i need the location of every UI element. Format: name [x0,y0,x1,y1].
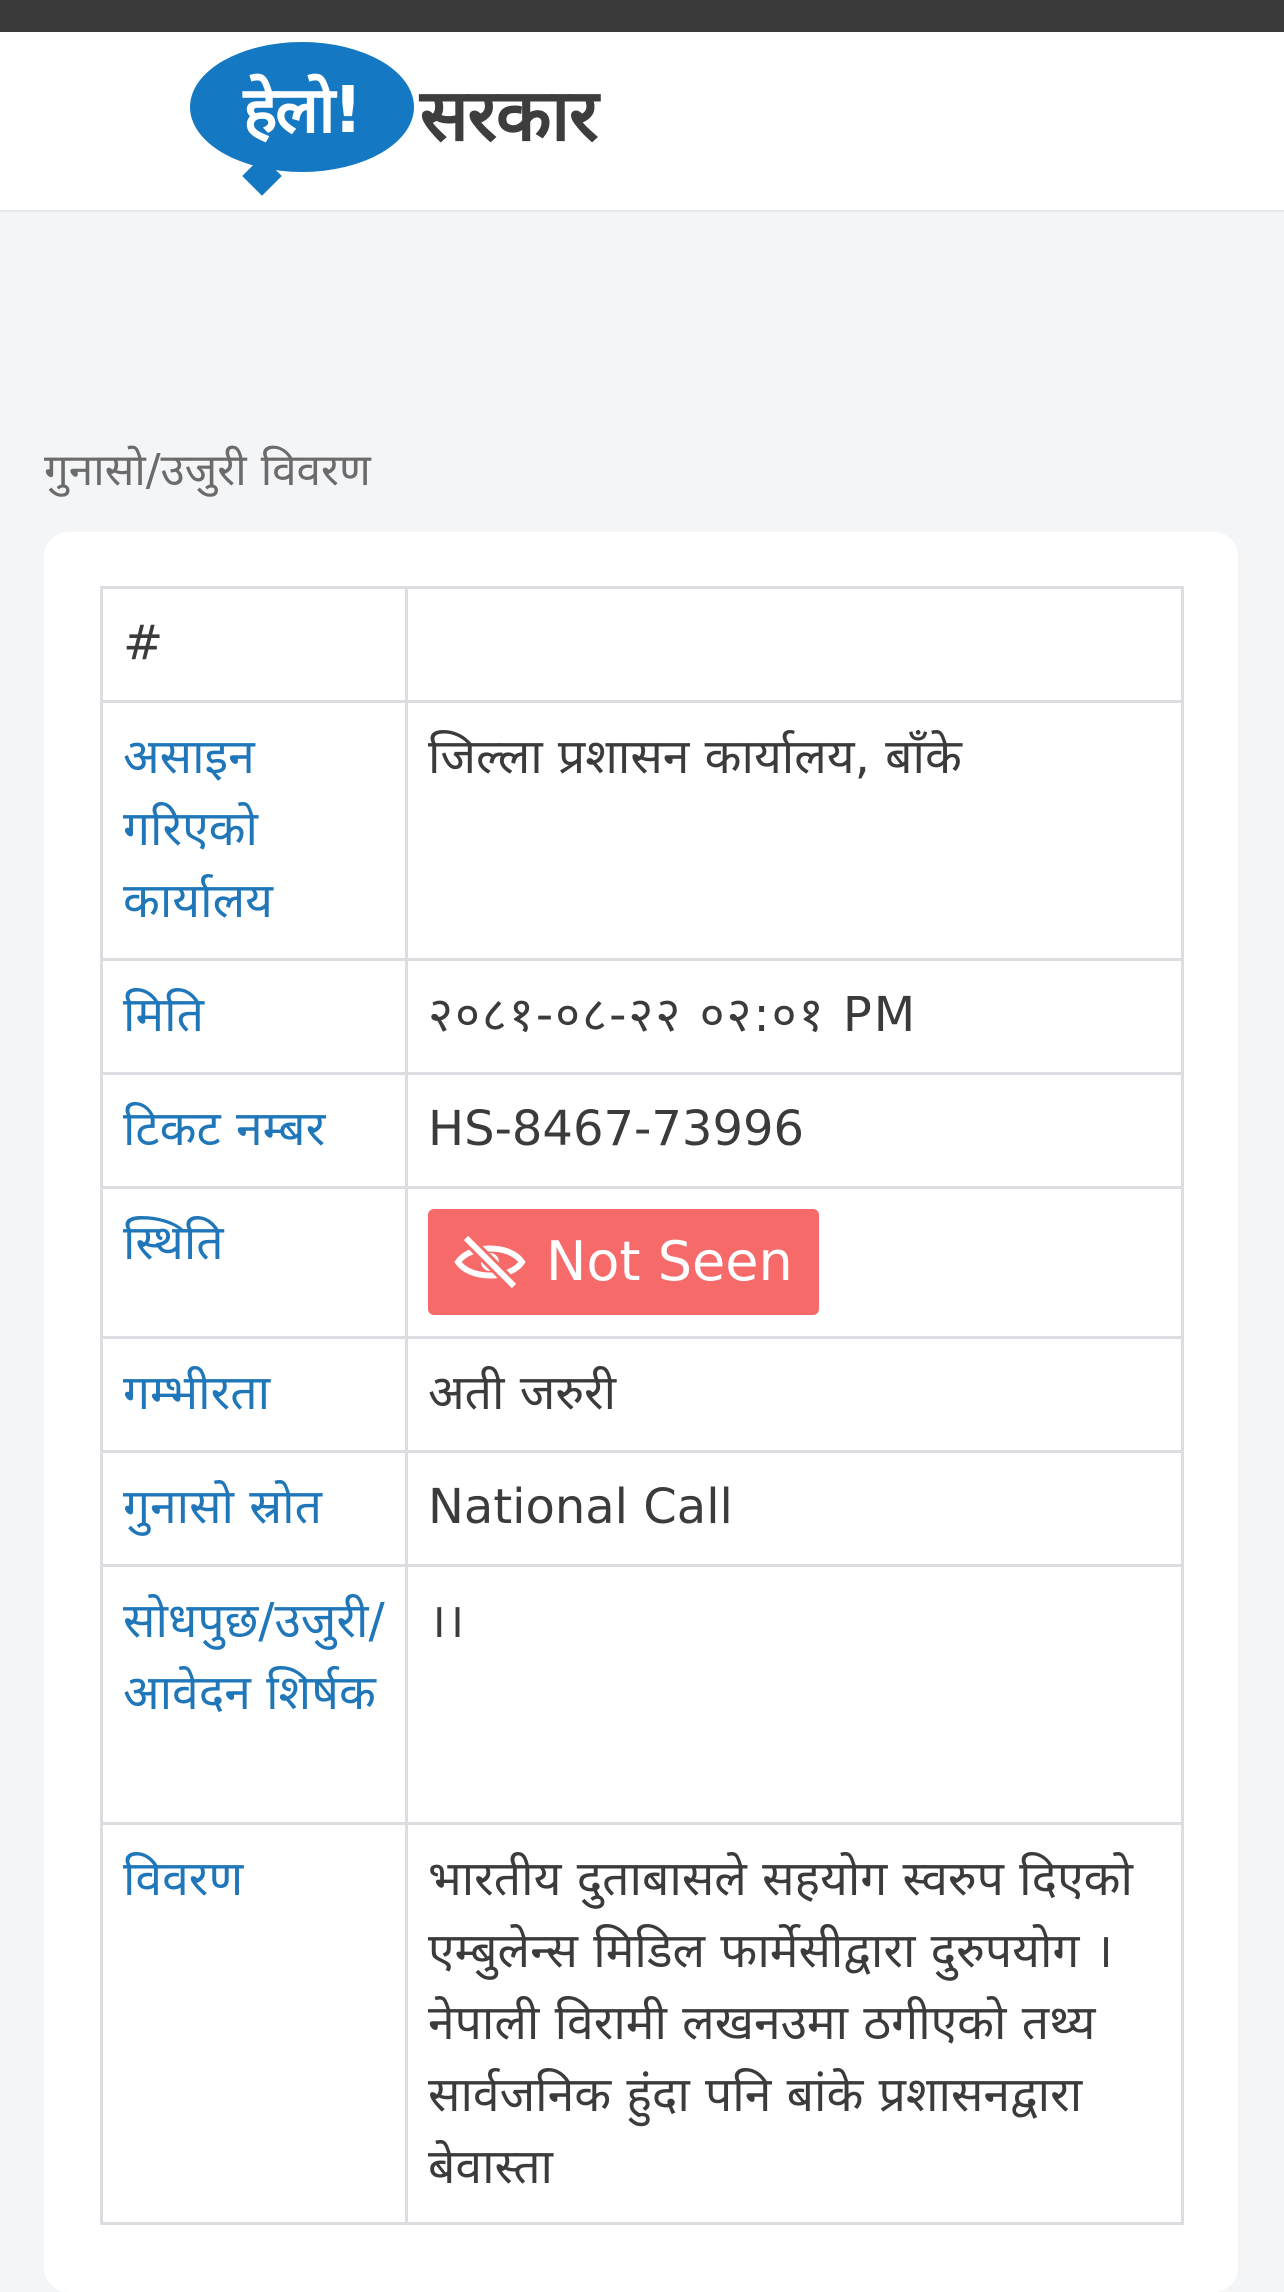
logo-speech-bubble: हेलो! [190,42,414,196]
row-value-id [405,586,1184,703]
status-bar [0,0,1284,32]
eye-slash-icon [454,1234,526,1290]
row-label-ticket-number: टिकट नम्बर [100,1072,408,1189]
status-badge-text: Not Seen [546,1230,793,1293]
row-label-description: विवरण [100,1822,408,2225]
table-row-severity: गम्भीरता अती जरुरी [100,1336,1184,1453]
logo-word: सरकार [420,73,599,157]
table-row-ticket-number: टिकट नम्बर HS-8467-73996 [100,1072,1184,1189]
site-header: हेलो! सरकार [0,32,1284,212]
page-title: गुनासो/उजुरी विवरण [44,445,371,496]
table-row-assigned-office: असाइन गरिएको कार्यालय जिल्ला प्रशासन कार… [100,700,1184,961]
row-value-ticket-number: HS-8467-73996 [405,1072,1184,1189]
row-label-assigned-office: असाइन गरिएको कार्यालय [100,700,408,961]
row-label-status: स्थिति [100,1186,408,1339]
table-row-status: स्थिति Not Seen [100,1186,1184,1339]
row-value-severity: अती जरुरी [405,1336,1184,1453]
row-label-date: मिति [100,958,408,1075]
logo-bubble-text: हेलो! [243,73,362,148]
table-row-date: मिति २०८१-०८-२२ ०२:०१ PM [100,958,1184,1075]
table-row-source: गुनासो स्रोत National Call [100,1450,1184,1567]
helo-sarkar-logo[interactable]: हेलो! सरकार [190,42,599,202]
row-value-assigned-office: जिल्ला प्रशासन कार्यालय, बाँके [405,700,1184,961]
row-value-subject: ।। [405,1564,1184,1825]
row-label-subject: सोधपुछ/उजुरी/आवेदन शिर्षक [100,1564,408,1825]
table-row-description: विवरण भारतीय दुताबासले सहयोग स्वरुप दिएक… [100,1822,1184,2225]
logo-bubble-tail [242,156,282,196]
row-label-source: गुनासो स्रोत [100,1450,408,1567]
table-row-id: # [100,586,1184,703]
table-row-subject: सोधपुछ/उजुरी/आवेदन शिर्षक ।। [100,1564,1184,1825]
row-label-id: # [100,586,408,703]
row-value-description: भारतीय दुताबासले सहयोग स्वरुप दिएको एम्ब… [405,1822,1184,2225]
status-badge: Not Seen [428,1209,819,1315]
row-value-status: Not Seen [405,1186,1184,1339]
row-label-severity: गम्भीरता [100,1336,408,1453]
row-value-source: National Call [405,1450,1184,1567]
row-value-date: २०८१-०८-२२ ०२:०१ PM [405,958,1184,1075]
complaint-details-table: # असाइन गरिएको कार्यालय जिल्ला प्रशासन क… [100,586,1184,2225]
